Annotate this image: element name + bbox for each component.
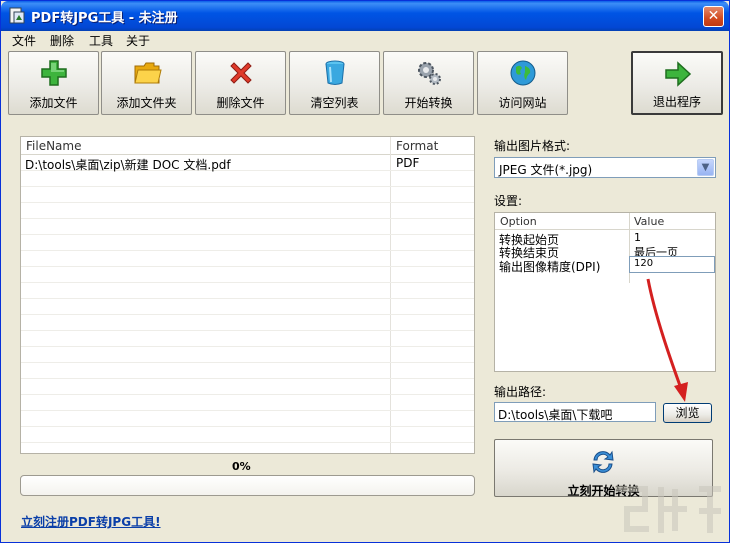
file-format-cell: PDF <box>396 156 420 170</box>
empty-row <box>21 363 474 379</box>
menu-delete[interactable]: 删除 <box>50 32 74 49</box>
red-x-icon <box>230 62 252 84</box>
empty-row <box>21 395 474 411</box>
visit-site-button[interactable]: 访问网站 <box>477 51 568 115</box>
empty-row <box>21 203 474 219</box>
start-convert-label: 开始转换 <box>404 96 453 110</box>
output-path-label: 输出路径: <box>494 385 547 399</box>
menu-file[interactable]: 文件 <box>12 32 36 49</box>
dpi-input[interactable]: 120 <box>629 256 715 273</box>
progress-percent: 0% <box>232 460 251 473</box>
start-convert-button[interactable]: 开始转换 <box>383 51 474 115</box>
dpi-value: 120 <box>634 258 654 269</box>
clear-list-label: 清空列表 <box>310 96 359 110</box>
table-row[interactable]: D:\tools\桌面\zip\新建 DOC 文档.pdf PDF <box>21 155 474 172</box>
register-link[interactable]: 立刻注册PDF转JPG工具! <box>21 513 161 530</box>
menu-about[interactable]: 关于 <box>126 32 150 49</box>
add-file-button[interactable]: 添加文件 <box>8 51 99 115</box>
empty-row <box>21 315 474 331</box>
close-button[interactable]: ✕ <box>703 6 724 27</box>
empty-row <box>21 299 474 315</box>
start-now-button[interactable]: 立刻开始转换 <box>494 439 713 498</box>
trash-can-icon <box>325 60 345 85</box>
column-header-value[interactable]: Value <box>634 215 664 228</box>
refresh-arrows-icon <box>592 450 614 474</box>
globe-icon <box>510 60 536 86</box>
window-title: PDF转JPG工具 - 未注册 <box>31 11 178 26</box>
gears-icon <box>418 62 441 85</box>
settings-grid[interactable]: Option Value 转换起始页 1 转换结束页 最后一页 输出图像精度(D… <box>494 212 716 372</box>
empty-row <box>21 427 474 443</box>
output-format-select[interactable]: JPEG 文件(*.jpg) ▼ <box>494 157 716 178</box>
chevron-down-icon[interactable]: ▼ <box>697 159 714 176</box>
column-header-option[interactable]: Option <box>500 215 537 228</box>
empty-row <box>21 379 474 395</box>
empty-row <box>21 235 474 251</box>
empty-row <box>21 219 474 235</box>
visit-site-label: 访问网站 <box>498 96 547 110</box>
file-list-header: FileName Format <box>21 137 474 155</box>
clear-list-button[interactable]: 清空列表 <box>289 51 380 115</box>
close-icon: ✕ <box>707 8 720 24</box>
column-header-format[interactable]: Format <box>396 139 438 153</box>
start-now-label: 立刻开始转换 <box>567 484 640 498</box>
empty-row <box>21 171 474 187</box>
output-format-label: 输出图片格式: <box>494 139 571 153</box>
green-plus-icon <box>41 60 67 86</box>
column-header-filename[interactable]: FileName <box>26 139 81 153</box>
menu-tools[interactable]: 工具 <box>89 32 113 49</box>
settings-label: 设置: <box>494 194 523 208</box>
exit-label: 退出程序 <box>652 95 701 109</box>
option-name: 输出图像精度(DPI) <box>499 260 601 274</box>
empty-row <box>21 267 474 283</box>
green-arrow-right-icon <box>665 61 692 87</box>
output-format-value: JPEG 文件(*.jpg) <box>499 163 593 177</box>
delete-file-button[interactable]: 删除文件 <box>195 51 286 115</box>
folder-icon <box>134 62 162 84</box>
output-path-value: D:\tools\桌面\下载吧 <box>498 408 613 422</box>
option-value: 1 <box>634 231 641 244</box>
title-bar[interactable]: PDF转JPG工具 - 未注册 ✕ <box>1 1 729 31</box>
progress-bar <box>20 475 475 496</box>
empty-row <box>21 411 474 427</box>
add-folder-label: 添加文件夹 <box>116 96 177 110</box>
empty-row <box>21 283 474 299</box>
file-list[interactable]: FileName Format D:\tools\桌面\zip\新建 DOC 文… <box>20 136 475 454</box>
app-window: PDF转JPG工具 - 未注册 ✕ 文件 删除 工具 关于 添加文件 添加文件夹… <box>0 0 730 543</box>
empty-row <box>21 251 474 267</box>
menu-bar: 文件 删除 工具 关于 <box>1 31 729 49</box>
browse-button[interactable]: 浏览 <box>663 403 712 423</box>
add-folder-button[interactable]: 添加文件夹 <box>101 51 192 115</box>
add-file-label: 添加文件 <box>29 96 78 110</box>
settings-header: Option Value <box>495 213 715 230</box>
empty-row <box>21 187 474 203</box>
delete-file-label: 删除文件 <box>216 96 265 110</box>
empty-row <box>21 331 474 347</box>
app-icon <box>9 7 25 24</box>
exit-button[interactable]: 退出程序 <box>631 51 723 115</box>
output-path-input[interactable]: D:\tools\桌面\下载吧 <box>494 402 656 422</box>
settings-row-start-page[interactable]: 转换起始页 1 <box>495 231 715 247</box>
empty-row <box>21 347 474 363</box>
